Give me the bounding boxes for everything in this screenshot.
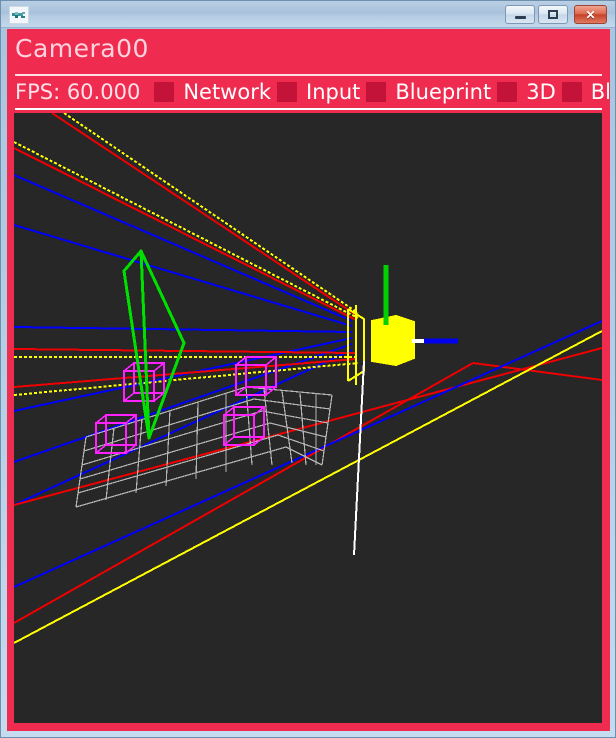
blueprint-indicator-swatch	[366, 82, 387, 102]
input-indicator-swatch	[277, 82, 297, 102]
maximize-button[interactable]	[538, 5, 568, 24]
ground-grid	[75, 386, 333, 508]
maximize-icon	[548, 10, 558, 19]
red-ray-group	[14, 113, 357, 388]
minimize-icon	[514, 15, 526, 19]
page-title: Camera00	[15, 34, 149, 63]
status-label: 3D	[526, 80, 556, 104]
green-cone-volume	[122, 249, 186, 440]
status-label: Input	[306, 80, 361, 104]
camera-panel: Camera00 FPS: 60.000 Network Input Bluep…	[7, 29, 610, 731]
yellow-cube[interactable]	[371, 314, 415, 367]
blue-long-line-group	[14, 320, 602, 588]
app-icon-glyph	[12, 12, 25, 18]
window-titlebar[interactable]: ✕	[1, 1, 615, 28]
blobdetect-indicator-swatch	[561, 82, 582, 102]
status-label: BlobDe	[590, 80, 610, 104]
status-label: Network	[183, 80, 271, 104]
yellow-long-line-group	[14, 330, 602, 644]
status-item-network[interactable]: Network	[154, 80, 271, 104]
minimize-button[interactable]	[505, 5, 535, 24]
status-item-blobdetect[interactable]: BlobDe	[561, 80, 610, 104]
close-button[interactable]: ✕	[574, 5, 607, 24]
statusbar-divider	[15, 108, 602, 110]
status-label: Blueprint	[395, 80, 492, 104]
header-divider	[15, 74, 602, 76]
status-bar: FPS: 60.000 Network Input Blueprint 3D B…	[7, 77, 610, 107]
status-item-3d[interactable]: 3D	[497, 80, 556, 104]
3d-viewport[interactable]	[14, 113, 602, 723]
threed-indicator-swatch	[497, 82, 518, 102]
status-item-blueprint[interactable]: Blueprint	[366, 80, 491, 104]
network-indicator-swatch	[154, 82, 175, 102]
application-window: ✕ Camera00 FPS: 60.000 Network Input Blu…	[0, 0, 616, 738]
app-icon	[9, 6, 29, 24]
fps-readout: FPS: 60.000	[15, 80, 141, 104]
3d-scene	[14, 113, 602, 644]
close-icon: ✕	[585, 7, 596, 22]
tracked-marker-box	[95, 414, 137, 454]
status-item-input[interactable]: Input	[277, 80, 360, 104]
